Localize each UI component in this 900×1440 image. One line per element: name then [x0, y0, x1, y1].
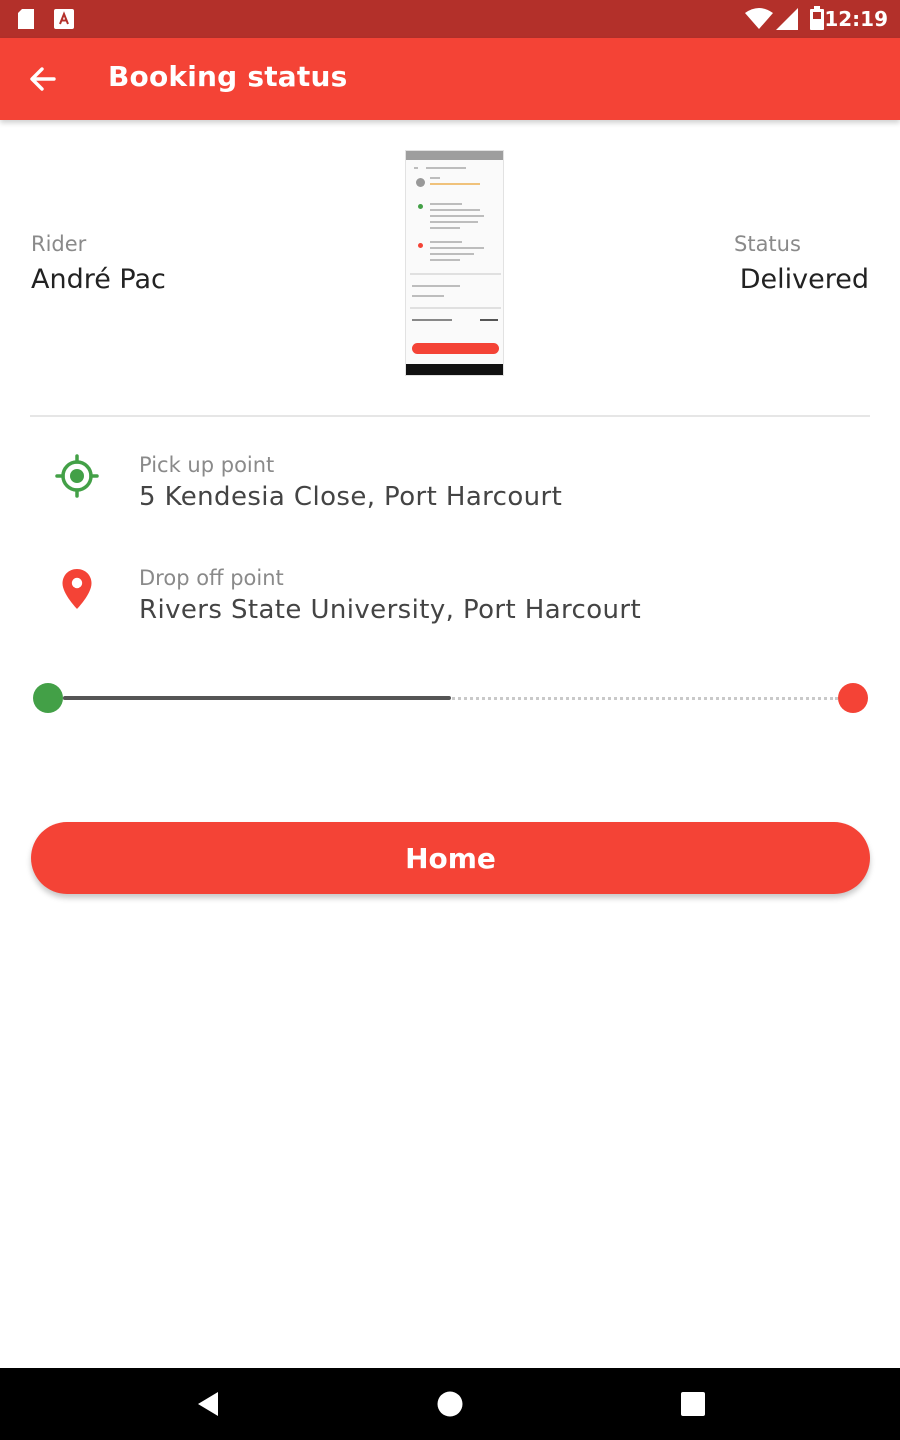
- system-nav-bar: [0, 1368, 900, 1440]
- start-marker: [33, 683, 63, 713]
- pickup-address: 5 Kendesia Close, Port Harcourt: [139, 482, 563, 512]
- status-value: Delivered: [739, 264, 869, 295]
- back-triangle-icon: [198, 1392, 218, 1416]
- arrow-left-icon: [30, 67, 56, 91]
- home-button[interactable]: Home: [31, 822, 870, 894]
- app-notification-icon: [54, 9, 74, 29]
- completed-path: [63, 696, 451, 700]
- delivery-progress-track: [33, 683, 868, 713]
- nav-back-button[interactable]: [192, 1388, 224, 1420]
- rider-name: André Pac: [31, 264, 166, 295]
- clock: 12:19: [824, 7, 888, 31]
- back-button[interactable]: [22, 58, 64, 100]
- recents-square-icon: [681, 1392, 705, 1416]
- dropoff-label: Drop off point: [139, 566, 284, 590]
- target-location-icon: [55, 454, 99, 498]
- home-circle-icon: [437, 1391, 463, 1417]
- pickup-label: Pick up point: [139, 453, 275, 477]
- status-label: Status: [734, 232, 801, 256]
- end-marker: [838, 683, 868, 713]
- sd-card-icon: [18, 9, 34, 29]
- divider: [30, 415, 870, 417]
- nav-recents-button[interactable]: [677, 1388, 709, 1420]
- wifi-icon: [745, 8, 773, 29]
- battery-icon: [810, 6, 824, 30]
- nav-home-button[interactable]: [434, 1388, 466, 1420]
- app-bar: Booking status: [0, 38, 900, 120]
- page-title: Booking status: [108, 60, 348, 93]
- map-pin-icon: [62, 569, 92, 609]
- booking-screenshot-thumbnail: [405, 150, 504, 376]
- status-bar: 12:19: [0, 0, 900, 38]
- signal-icon: [776, 8, 798, 30]
- rider-label: Rider: [31, 232, 87, 256]
- dropoff-address: Rivers State University, Port Harcourt: [139, 595, 642, 625]
